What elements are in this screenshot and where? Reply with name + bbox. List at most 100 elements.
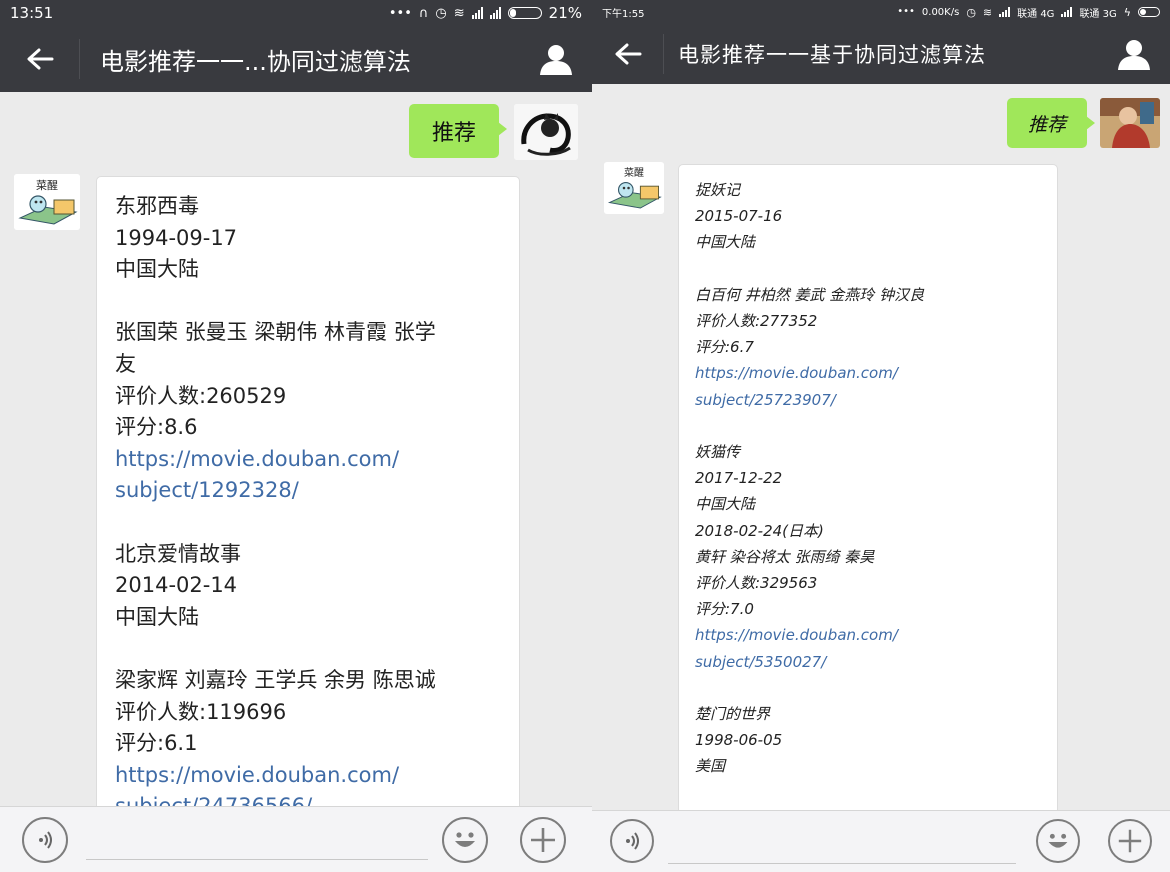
title-bar: 电影推荐一一基于协同过滤算法 (592, 24, 1170, 84)
signal-icon-2 (1061, 7, 1073, 17)
title-bar: 电影推荐一一...协同过滤算法 (0, 26, 592, 92)
sent-message-bubble[interactable]: 推荐 (1007, 98, 1095, 148)
chat-area[interactable]: 推荐 菜醒 捉妖记 2015-07-16 中国大陆白百何 井柏然 姜武 金燕玲 钟汉… (592, 84, 1170, 810)
bot-avatar-label: 菜醒 (624, 167, 644, 179)
net-speed: 0.00K/s (921, 6, 960, 18)
message-line: 捉妖记 (695, 181, 741, 199)
message-line: 1994-09-17 (115, 225, 238, 250)
back-arrow-icon (615, 43, 641, 65)
alarm-icon: ◷ (966, 5, 976, 19)
bot-avatar-icon: 菜醒 (14, 174, 80, 230)
profile-button[interactable] (520, 42, 592, 76)
message-line: 妖猫传 (695, 443, 741, 461)
smile-icon (1048, 833, 1068, 848)
message-line: 评价人数:260529 (115, 383, 287, 408)
bot-avatar-label: 菜醒 (36, 179, 58, 192)
message-link-line[interactable]: https://movie.douban.com/ (695, 622, 1041, 648)
voice-icon (39, 831, 52, 849)
message-line: 评分:6.7 (695, 338, 754, 357)
battery-percent: 21% (548, 4, 582, 22)
wifi-icon: ≋ (453, 5, 465, 21)
message-line: 梁家辉 刘嘉玲 王学兵 余男 陈思诚 (115, 667, 436, 692)
more-button[interactable] (520, 817, 566, 863)
input-bar (0, 806, 592, 872)
message-line: 楚门的世界 (695, 705, 771, 724)
signal-icon (999, 7, 1011, 17)
sent-message-text: 推荐 (431, 121, 476, 146)
more-dots-icon: ••• (388, 5, 412, 21)
received-message-bubble[interactable]: 捉妖记 2015-07-16 中国大陆白百何 井柏然 姜武 金燕玲 钟汉良 评价人数:… (678, 164, 1058, 810)
message-link-line[interactable]: https://movie.douban.com/ (115, 760, 501, 792)
smile-icon (455, 832, 475, 847)
bot-avatar[interactable]: 菜醒 (14, 174, 80, 230)
back-button[interactable] (0, 39, 80, 79)
input-bar (592, 810, 1170, 872)
status-bar: 13:51 ••• ∩ ◷ ≋ 21% (0, 0, 592, 26)
profile-button[interactable] (1098, 37, 1170, 71)
battery-icon (507, 7, 542, 19)
message-line: 中国大陆 (115, 257, 199, 282)
message-link-line[interactable]: subject/1292328/ (115, 475, 501, 507)
message-line: 黄轩 染谷将太 张雨绮 秦昊 (695, 547, 875, 566)
message-line: 友 (115, 351, 136, 376)
message-link-line[interactable]: subject/24736566/ (115, 791, 501, 806)
message-line: 1998-06-05 (695, 731, 783, 750)
plus-icon (531, 828, 555, 852)
chat-area[interactable]: 推荐 菜醒 东邪西毒 1994-09-17 中国大陆 张国荣 张曼玉 梁朝伟 林青霞 … (0, 92, 592, 806)
message-line: 评分:6.1 (115, 731, 198, 756)
message-line: 北京爱情故事 (115, 541, 241, 566)
message-line: 2015-07-16 (695, 207, 783, 226)
message-line: 评分:8.6 (115, 415, 198, 440)
message-link-line[interactable]: subject/5350027/ (695, 649, 1041, 675)
sent-message-bubble[interactable]: 推荐 (409, 104, 507, 158)
wifi-icon: ≋ (982, 5, 993, 19)
status-time: 下午1:55 (602, 8, 645, 20)
voice-icon (626, 832, 639, 850)
headphones-icon: ∩ (418, 5, 429, 21)
user-avatar[interactable] (514, 104, 578, 160)
carrier-2: 联通 3G (1079, 8, 1117, 20)
message-line: 东邪西毒 (115, 194, 199, 218)
message-line: 2018-02-24(日本) (695, 521, 824, 540)
emoji-button[interactable] (442, 817, 488, 863)
phone-screen-right: 下午1:55 ••• 0.00K/s ◷ ≋ 联通 4G 联通 3G ϟ 电影推… (592, 0, 1170, 872)
message-link-line[interactable]: https://movie.douban.com/ (695, 360, 1041, 386)
message-line: 中国大陆 (115, 604, 199, 629)
more-button[interactable] (1108, 819, 1152, 863)
bot-avatar[interactable]: 菜醒 (604, 162, 664, 214)
chat-title: 电影推荐一一基于协同过滤算法 (678, 43, 986, 67)
battery-icon (1138, 7, 1160, 17)
message-input[interactable] (668, 825, 1016, 864)
back-button[interactable] (592, 34, 664, 74)
message-line: 评价人数:119696 (115, 699, 287, 724)
status-bar: 下午1:55 ••• 0.00K/s ◷ ≋ 联通 4G 联通 3G ϟ (592, 0, 1170, 24)
message-line: 白百何 井柏然 姜武 金燕玲 钟汉良 (695, 285, 925, 304)
person-icon (540, 45, 572, 75)
bot-avatar-icon: 菜醒 (604, 162, 664, 214)
message-input[interactable] (86, 821, 428, 860)
message-line: 2017-12-22 (695, 469, 783, 488)
received-message-bubble[interactable]: 东邪西毒 1994-09-17 中国大陆 张国荣 张曼玉 梁朝伟 林青霞 张学友评价人… (96, 176, 520, 806)
painting-avatar-icon (1100, 98, 1160, 148)
charging-icon: ϟ (1123, 5, 1131, 19)
message-line: 张国荣 张曼玉 梁朝伟 林青霞 张学 (115, 320, 436, 345)
message-line: 评分:7.0 (695, 600, 754, 619)
message-line: 评价人数:277352 (695, 312, 818, 330)
message-line: 美国 (695, 757, 726, 776)
message-line: 中国大陆 (695, 233, 756, 252)
user-avatar[interactable] (1100, 98, 1160, 148)
signal-icon-2 (489, 7, 501, 19)
alarm-icon: ◷ (435, 5, 447, 21)
carrier-1: 联通 4G (1017, 8, 1055, 20)
message-link-line[interactable]: https://movie.douban.com/ (115, 444, 501, 476)
voice-button[interactable] (22, 817, 68, 863)
voice-button[interactable] (610, 819, 654, 863)
message-line: 评价人数:329563 (695, 574, 818, 593)
message-link-line[interactable]: subject/25723907/ (695, 387, 1041, 413)
person-icon (1118, 40, 1150, 70)
emoji-button[interactable] (1036, 819, 1080, 863)
